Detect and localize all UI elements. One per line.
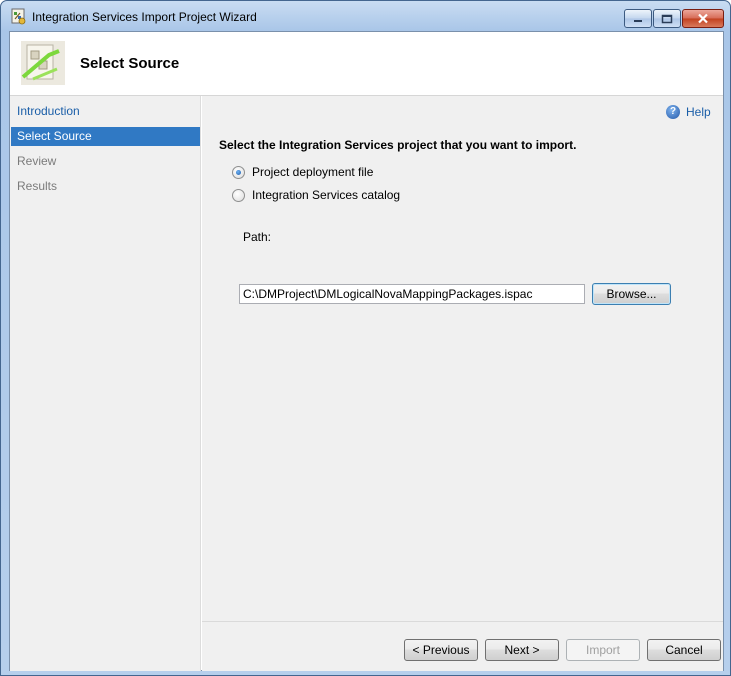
close-icon	[698, 13, 708, 24]
previous-button[interactable]: < Previous	[404, 639, 478, 661]
nav-item-introduction[interactable]: Introduction	[11, 102, 200, 121]
minimize-icon	[634, 19, 642, 22]
nav-item-results: Results	[17, 179, 58, 193]
wizard-window: Integration Services Import Project Wiza…	[0, 0, 731, 676]
window-title: Integration Services Import Project Wiza…	[32, 10, 257, 24]
page-title: Select Source	[80, 55, 180, 72]
wizard-client-area: Select Source Introduction Select Source…	[9, 31, 724, 671]
path-input[interactable]	[239, 284, 585, 304]
radio-button-checked[interactable]	[232, 165, 245, 179]
wizard-main-panel: ? Help Select the Integration Services p…	[202, 96, 723, 671]
help-label: Help	[686, 105, 711, 119]
nav-item-select-source[interactable]: Select Source	[11, 127, 200, 146]
radio-integration-services-catalog[interactable]: Integration Services catalog	[232, 188, 400, 202]
footer-divider	[202, 621, 723, 622]
import-button: Import	[566, 639, 640, 661]
help-link[interactable]: ? Help	[666, 105, 711, 119]
maximize-button[interactable]	[653, 9, 681, 28]
next-button[interactable]: Next >	[485, 639, 559, 661]
title-bar[interactable]: Integration Services Import Project Wiza…	[1, 1, 730, 31]
wizard-banner-icon	[21, 41, 65, 85]
cancel-button[interactable]: Cancel	[647, 639, 721, 661]
close-button[interactable]	[682, 9, 724, 28]
radio-project-deployment-file[interactable]: Project deployment file	[232, 165, 373, 179]
instruction-text: Select the Integration Services project …	[219, 138, 577, 152]
wizard-header: Select Source	[10, 32, 723, 96]
radio-label[interactable]: Integration Services catalog	[252, 188, 400, 202]
path-label: Path:	[243, 230, 272, 244]
radio-label[interactable]: Project deployment file	[252, 165, 373, 179]
maximize-icon	[661, 14, 673, 23]
browse-button[interactable]: Browse...	[592, 283, 671, 305]
wizard-app-icon	[11, 8, 26, 25]
nav-item-review: Review	[17, 154, 57, 168]
radio-button-unchecked[interactable]	[232, 188, 245, 202]
help-icon: ?	[666, 105, 680, 119]
minimize-button[interactable]	[624, 9, 652, 28]
wizard-step-nav: Introduction Select Source Review Result…	[10, 96, 201, 671]
